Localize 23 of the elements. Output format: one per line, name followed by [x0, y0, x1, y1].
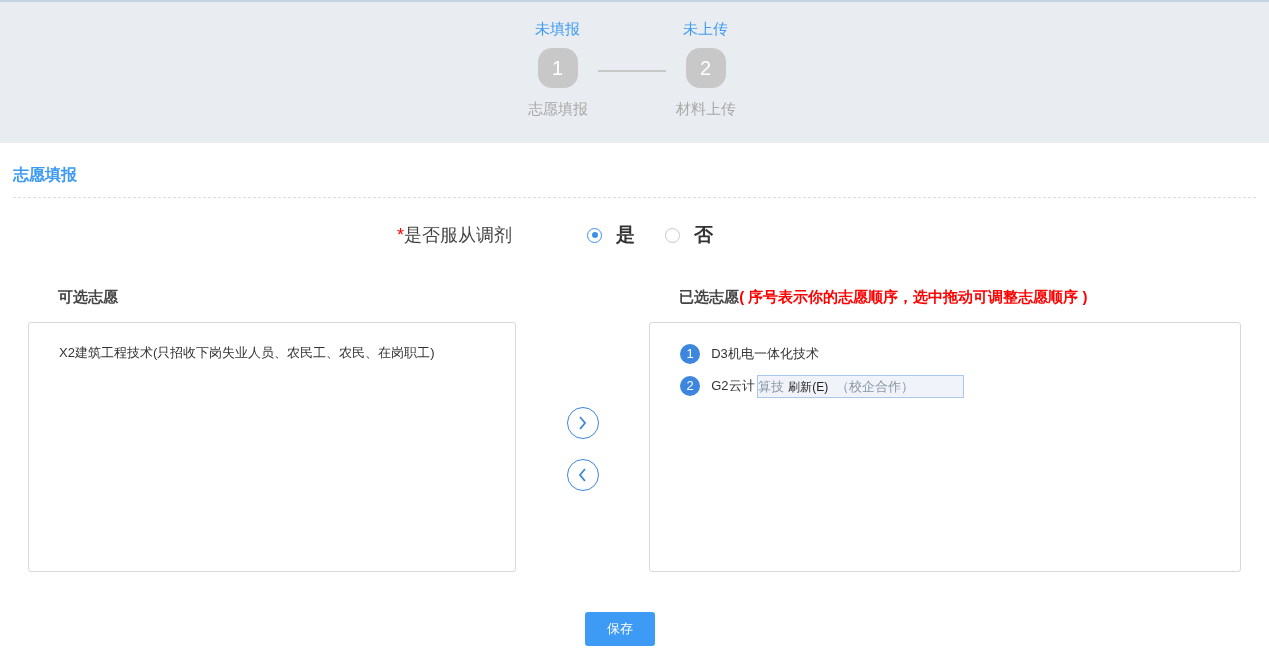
- step-status: 未填报: [535, 19, 580, 39]
- option-label: 是: [616, 222, 635, 247]
- move-right-button[interactable]: [566, 407, 599, 439]
- section-title: 志愿填报: [12, 165, 78, 185]
- panel-title: 可选志愿: [57, 287, 119, 307]
- move-left-button[interactable]: [566, 459, 599, 491]
- chevron-left-icon: [579, 468, 587, 482]
- order-number: 2: [680, 376, 701, 396]
- step-label: 材料上传: [675, 99, 736, 119]
- order-number: 1: [680, 344, 701, 364]
- list-item[interactable]: D3机电一体化技术: [711, 344, 819, 364]
- step-label: 志愿填报: [527, 99, 588, 119]
- step-status: 未上传: [683, 19, 728, 39]
- order-hint: ( 序号表示你的志愿顺序，选中拖动可调整志愿顺序 ): [739, 287, 1088, 307]
- panel-title: 已选志愿: [679, 287, 740, 307]
- field-label: *是否服从调剂: [397, 223, 513, 247]
- chevron-right-icon: [579, 416, 587, 430]
- list-item[interactable]: X2建筑工程技术(只招收下岗失业人员、农民工、农民、在岗职工): [59, 343, 486, 363]
- obscured-text: 算技: [758, 377, 785, 396]
- tooltip-label[interactable]: 刷新(E): [788, 377, 829, 396]
- option-label: 否: [694, 222, 713, 247]
- list-item[interactable]: G2云计: [711, 376, 755, 396]
- obscured-text: （校企合作）: [836, 377, 915, 396]
